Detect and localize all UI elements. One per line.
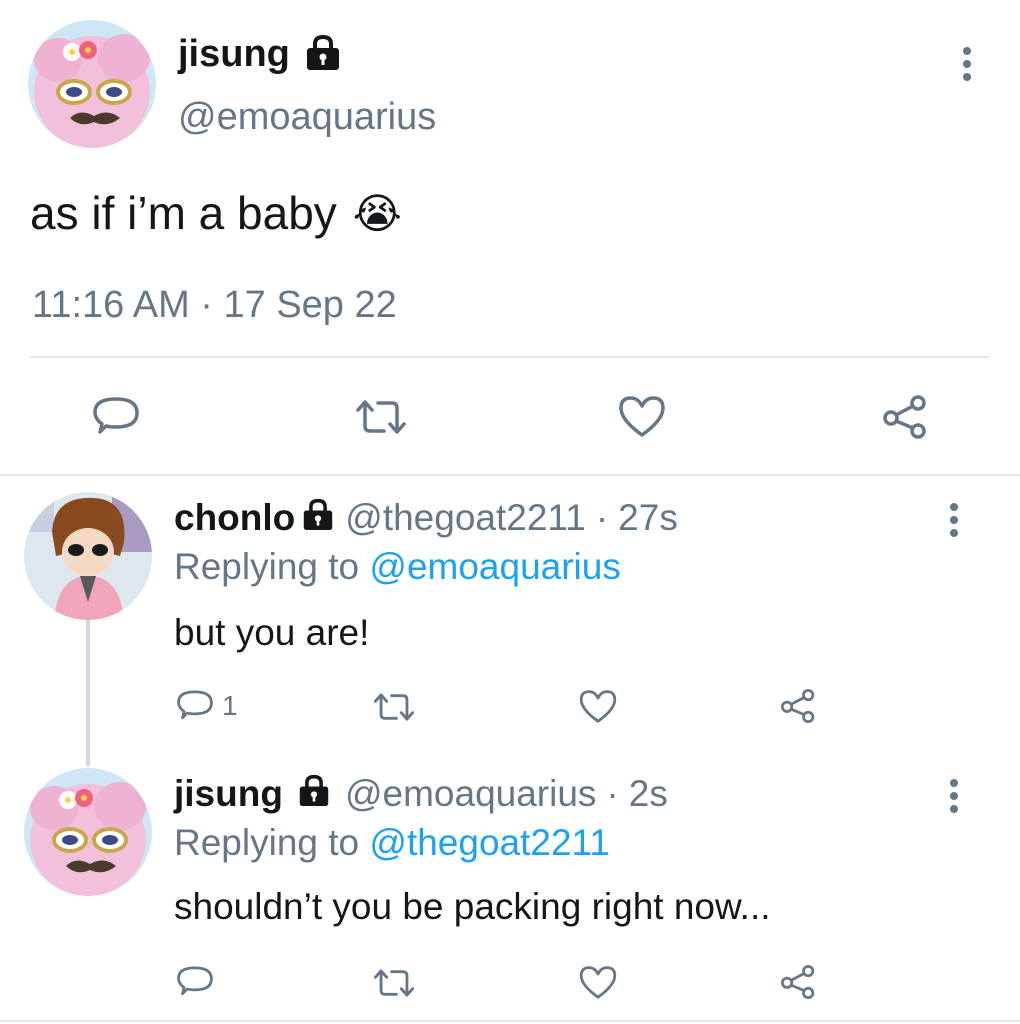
crying-emoji: 😭 [352,189,402,237]
handle[interactable]: @thegoat2211 [345,497,586,539]
timestamp: 11:16 AM · 17 Sep 22 [32,284,397,326]
lock-icon [301,497,335,539]
replying-to-label: Replying to [174,546,360,587]
like-icon[interactable] [578,688,618,724]
divider [0,474,1020,476]
reply-text: shouldn’t you be packing right now... [174,886,771,927]
tweet-text: as if i’m a baby [30,187,337,239]
replying-to: Replying to @thegoat2211 [174,822,610,864]
lock-icon [304,34,342,75]
avatar[interactable] [24,768,152,896]
avatar[interactable] [28,20,156,148]
divider [30,356,990,358]
thread-line [86,620,90,766]
retweet-icon[interactable] [372,966,416,1000]
like-icon[interactable] [617,394,667,438]
reply-icon[interactable] [176,964,222,1000]
retweet-icon[interactable] [372,690,416,724]
display-name[interactable]: jisung [174,773,283,815]
replying-to-label: Replying to [174,822,360,863]
replying-to: Replying to @emoaquarius [174,546,621,588]
retweet-icon[interactable] [354,396,408,438]
reply-text: but you are! [174,612,370,653]
more-icon[interactable] [962,47,972,86]
replying-to-handle[interactable]: @emoaquarius [369,546,620,587]
handle[interactable]: @emoaquarius [178,96,436,139]
avatar[interactable] [24,492,152,620]
lock-icon [297,773,331,815]
display-name[interactable]: chonlo [174,497,295,539]
reply-count: 1 [222,690,238,721]
share-icon[interactable] [778,688,818,724]
reply-icon[interactable]: 1 [176,688,238,724]
like-icon[interactable] [578,964,618,1000]
reply-time: 2s [628,773,668,814]
reply-time: 27s [618,497,678,538]
handle[interactable]: @emoaquarius [345,773,596,815]
separator-dot: · [606,773,619,814]
reply-header: chonlo @thegoat2211 · 27s [174,496,678,540]
more-icon[interactable] [949,503,959,542]
replying-to-handle[interactable]: @thegoat2211 [369,822,610,863]
separator-dot: · [595,497,609,538]
author-line: jisung [178,32,342,76]
tweet-text-row: as if i’m a baby 😭 [30,186,402,240]
display-name[interactable]: jisung [178,33,290,76]
reply-icon[interactable] [92,394,140,440]
more-icon[interactable] [949,779,959,818]
share-icon[interactable] [778,964,818,1000]
divider [0,1020,1020,1022]
reply-header: jisung @emoaquarius · 2s [174,772,668,816]
share-icon[interactable] [880,394,930,440]
